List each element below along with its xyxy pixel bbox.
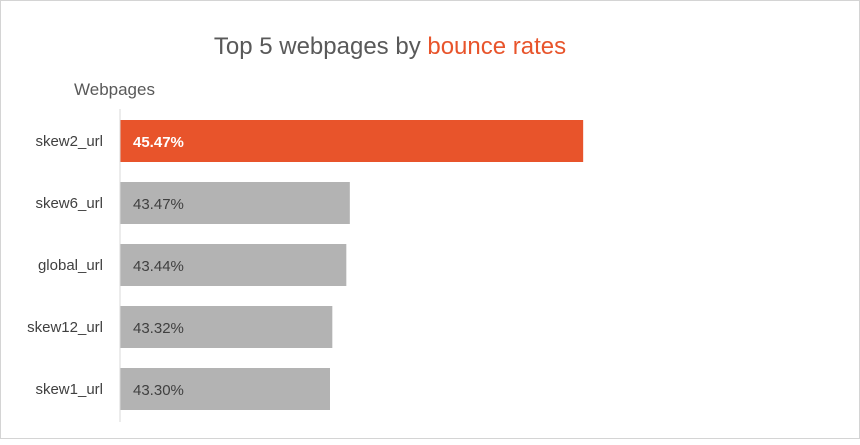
category-label-skew2_url: skew2_url [35,133,103,150]
bar-chart: skew2_url 45.47% skew6_url 43.47% global_url… [27,109,584,422]
chart-frame: Top 5 webpages by bounce rates Webpages … [0,0,860,439]
category-label-skew12_url: skew12_url [27,319,103,336]
value-label-skew1_url: 43.30% [133,382,184,399]
value-label-skew6_url: 43.47% [133,196,184,213]
value-label-skew12_url: 43.32% [133,320,184,337]
category-label-skew1_url: skew1_url [35,381,103,398]
bar-skew2_url [120,120,584,162]
value-label-global_url: 43.44% [133,258,184,275]
category-label-global_url: global_url [38,257,103,274]
value-label-skew2_url: 45.47% [133,134,184,151]
category-label-skew6_url: skew6_url [35,195,103,212]
